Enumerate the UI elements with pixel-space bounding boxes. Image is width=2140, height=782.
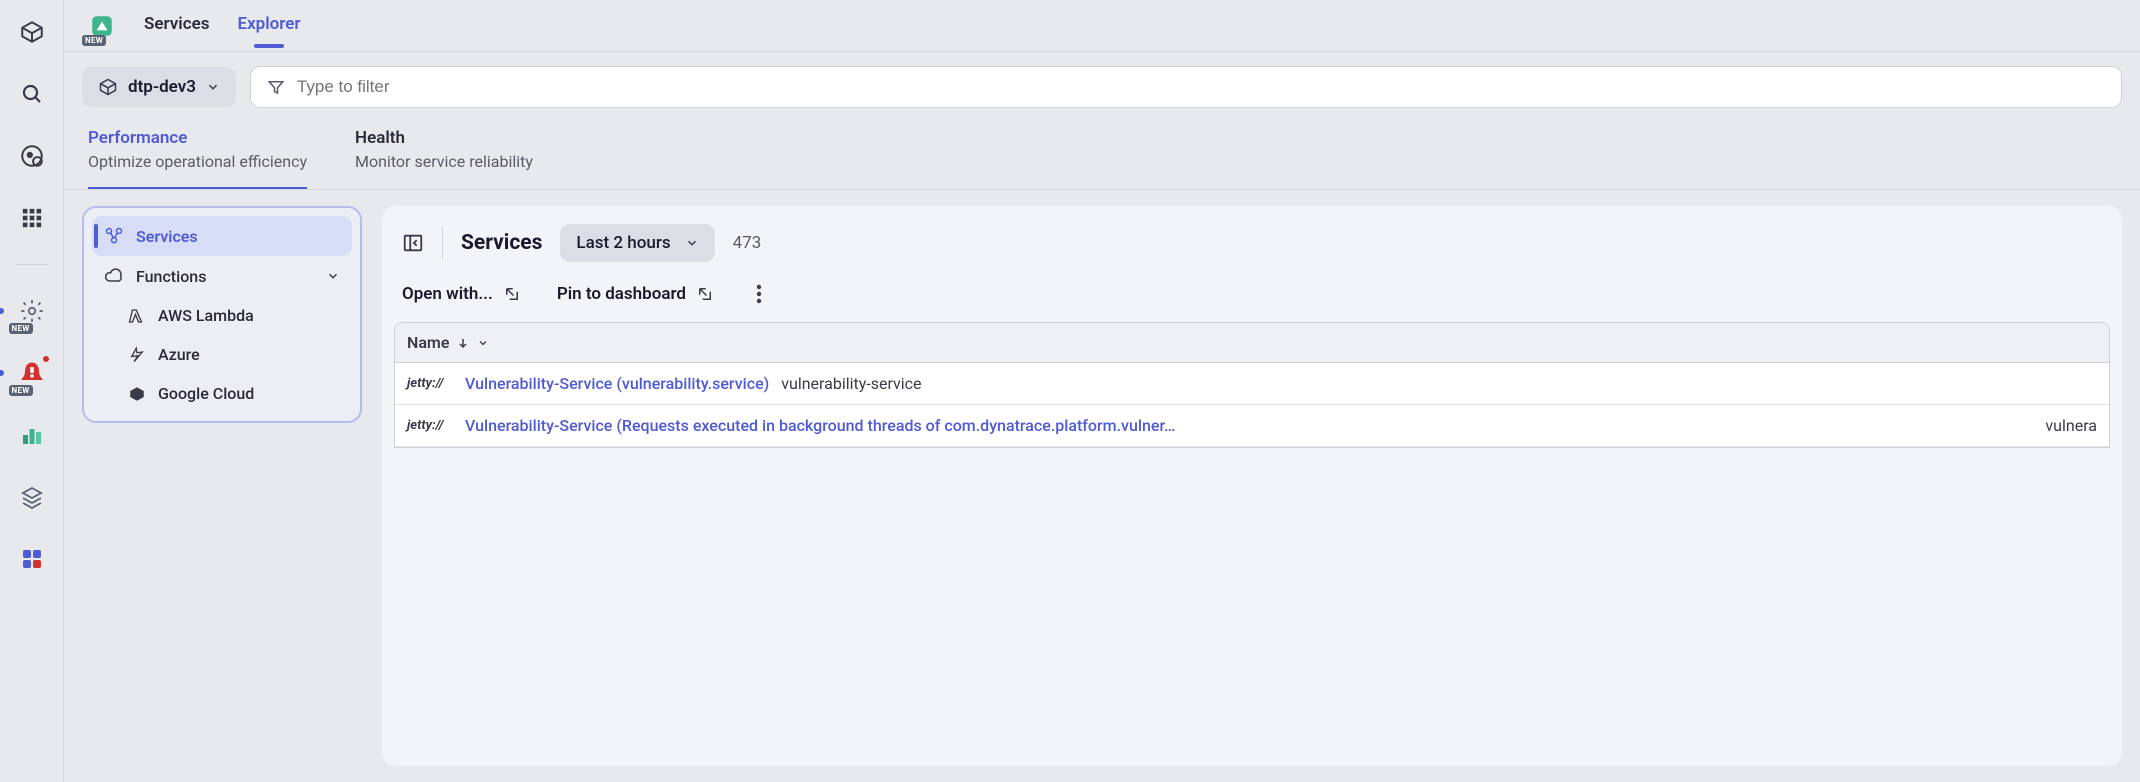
result-count: 473 [733, 233, 762, 253]
alert-dot [42, 355, 50, 363]
open-external-icon [696, 285, 714, 303]
rail-logo-icon[interactable] [12, 12, 52, 52]
services-panel: Services Last 2 hours 473 Open with... P… [382, 206, 2122, 766]
filter-input-wrapper[interactable] [250, 66, 2122, 108]
tree-label: Google Cloud [158, 384, 254, 403]
panel-actions: Open with... Pin to dashboard [394, 276, 2110, 322]
table-row[interactable]: jetty:// Vulnerability-Service (vulnerab… [395, 363, 2109, 405]
services-table: Name jetty:// Vulnerability-Service (vul… [394, 322, 2110, 448]
chevron-down-icon [685, 236, 699, 250]
panel-header: Services Last 2 hours 473 [394, 224, 2110, 276]
segment-title: Performance [88, 128, 307, 148]
tree-item-aws-lambda[interactable]: AWS Lambda [116, 296, 352, 335]
filter-input[interactable] [297, 77, 2105, 97]
content-area: Services Functions AWS Lambda Azure [64, 190, 2140, 782]
service-link[interactable]: Vulnerability-Service (vulnerability.ser… [465, 374, 769, 393]
tree-item-azure[interactable]: Azure [116, 335, 352, 374]
cube-icon [98, 77, 118, 97]
time-range-label: Last 2 hours [576, 233, 670, 253]
action-label: Open with... [402, 284, 493, 304]
tree-item-functions[interactable]: Functions [92, 256, 352, 296]
panel-title: Services [461, 231, 542, 255]
tree-item-google-cloud[interactable]: Google Cloud [116, 374, 352, 413]
open-external-icon [503, 285, 521, 303]
tree-item-services[interactable]: Services [92, 216, 352, 256]
rail-divider [16, 264, 48, 265]
cloud-icon [104, 266, 124, 286]
segment-subtitle: Optimize operational efficiency [88, 152, 307, 171]
new-badge: NEW [82, 35, 106, 46]
nav-rail: NEW NEW [0, 0, 64, 782]
tech-badge: jetty:// [407, 418, 453, 433]
pin-dashboard-button[interactable]: Pin to dashboard [557, 284, 714, 304]
chevron-down-icon[interactable] [477, 337, 489, 349]
environment-select[interactable]: dtp-dev3 [82, 67, 236, 107]
rail-settings-icon[interactable]: NEW [12, 291, 52, 331]
tech-badge: jetty:// [407, 376, 453, 391]
tab-services[interactable]: Services [144, 14, 209, 38]
divider [442, 227, 443, 259]
app-icon[interactable]: NEW [88, 12, 116, 40]
search-icon[interactable] [12, 74, 52, 114]
rail-alert-icon[interactable]: NEW [12, 353, 52, 393]
segment-tabs: Performance Optimize operational efficie… [64, 122, 2140, 190]
rail-chart-icon[interactable] [12, 415, 52, 455]
tree-label: Functions [136, 267, 206, 286]
service-meta: vulnera [2045, 416, 2097, 435]
table-header[interactable]: Name [395, 323, 2109, 363]
tree-label: Services [136, 227, 198, 246]
tab-explorer[interactable]: Explorer [237, 14, 300, 38]
service-link[interactable]: Vulnerability-Service (Requests executed… [465, 416, 2033, 435]
filterbar: dtp-dev3 [64, 52, 2140, 122]
segment-subtitle: Monitor service reliability [355, 152, 533, 171]
rail-extension-icon[interactable] [12, 539, 52, 579]
col-name-label: Name [407, 333, 449, 352]
segment-health[interactable]: Health Monitor service reliability [355, 128, 533, 190]
tree-panel: Services Functions AWS Lambda Azure [82, 206, 362, 423]
lambda-icon [128, 307, 146, 325]
new-badge: NEW [9, 323, 33, 334]
google-cloud-icon [128, 385, 146, 403]
apps-grid-icon[interactable] [12, 198, 52, 238]
sort-desc-icon [457, 337, 469, 349]
rail-layers-icon[interactable] [12, 477, 52, 517]
chevron-down-icon [326, 269, 340, 283]
service-meta: vulnerability-service [781, 374, 921, 393]
action-label: Pin to dashboard [557, 284, 686, 304]
services-icon [104, 226, 124, 246]
open-with-button[interactable]: Open with... [402, 284, 521, 304]
environment-label: dtp-dev3 [128, 77, 196, 97]
activity-icon[interactable] [12, 136, 52, 176]
table-row[interactable]: jetty:// Vulnerability-Service (Requests… [395, 405, 2109, 447]
time-range-select[interactable]: Last 2 hours [560, 224, 714, 262]
new-badge: NEW [9, 385, 33, 396]
more-actions-button[interactable] [750, 280, 768, 308]
topbar: NEW Services Explorer [64, 0, 2140, 52]
chevron-down-icon [206, 80, 220, 94]
segment-performance[interactable]: Performance Optimize operational efficie… [88, 128, 307, 190]
segment-title: Health [355, 128, 533, 148]
collapse-sidebar-icon[interactable] [402, 232, 424, 254]
filter-icon [267, 78, 285, 96]
tree-label: AWS Lambda [158, 306, 254, 325]
azure-icon [128, 346, 146, 364]
dots-vertical-icon [756, 284, 762, 304]
tree-label: Azure [158, 345, 200, 364]
